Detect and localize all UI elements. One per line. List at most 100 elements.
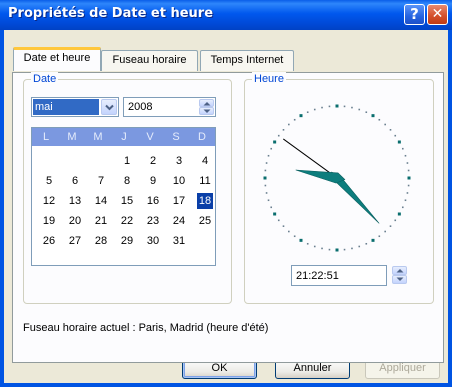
clock-minute-mark: [384, 230, 386, 233]
calendar-day[interactable]: 16: [140, 193, 166, 209]
time-spin-up-button[interactable]: [392, 266, 407, 275]
clock-minute-mark: [358, 245, 361, 248]
clock-minute-mark: [282, 129, 285, 131]
clock-minute-mark: [407, 184, 410, 187]
clock-minute-mark: [293, 235, 296, 238]
calendar-day[interactable]: 8: [114, 173, 140, 189]
calendar-day[interactable]: 26: [36, 233, 62, 249]
time-value: 21:22:51: [296, 270, 339, 282]
year-field[interactable]: 2008: [123, 97, 216, 117]
calendar-day[interactable]: 28: [88, 233, 114, 249]
time-field[interactable]: 21:22:51: [291, 265, 387, 286]
clock-minute-mark: [265, 162, 268, 164]
calendar-day[interactable]: 17: [166, 193, 192, 209]
calendar-day[interactable]: 12: [36, 193, 62, 209]
clock-minute-mark: [343, 105, 346, 108]
analog-clock: [263, 104, 411, 252]
dialog-client-area: Date et heure Fuseau horaire Temps Inter…: [4, 30, 448, 383]
weekday-label: J: [121, 131, 127, 143]
clock-minute-mark: [264, 184, 267, 187]
clock-minute-mark: [321, 106, 323, 109]
calendar-day[interactable]: 1: [114, 153, 140, 169]
clock-minute-mark: [389, 129, 392, 131]
calendar-day[interactable]: 27: [62, 233, 88, 249]
clock-minute-mark: [389, 225, 392, 227]
hour-hand: [295, 169, 346, 184]
clock-hour-mark: [299, 238, 303, 242]
title-bar[interactable]: Propriétés de Date et heure ? ✕: [0, 0, 452, 30]
calendar-day[interactable]: 7: [88, 173, 114, 189]
clock-minute-mark: [282, 225, 285, 227]
tab-temps-internet[interactable]: Temps Internet: [200, 50, 294, 71]
clock-minute-mark: [313, 245, 316, 248]
window-title: Propriétés de Date et heure: [8, 6, 214, 21]
clock-hour-mark: [335, 104, 339, 108]
tab-fuseau-horaire[interactable]: Fuseau horaire: [101, 50, 198, 71]
tab-date-et-heure[interactable]: Date et heure: [13, 47, 101, 71]
calendar-day[interactable]: 13: [62, 193, 88, 209]
year-spin-up-button[interactable]: [199, 99, 214, 107]
calendar-day[interactable]: 9: [140, 173, 166, 189]
clock-minute-mark: [270, 147, 273, 150]
calendar-day[interactable]: 3: [166, 153, 192, 169]
clock-minute-mark: [384, 123, 386, 126]
help-icon: ?: [410, 5, 419, 23]
calendar-day[interactable]: 14: [88, 193, 114, 209]
date-group-label: Date: [31, 72, 59, 86]
calendar-day[interactable]: 19: [36, 213, 62, 229]
time-spin-down-button[interactable]: [392, 275, 407, 284]
calendar-day[interactable]: 4: [192, 153, 218, 169]
clock-minute-mark: [306, 242, 309, 245]
clock-minute-mark: [394, 219, 397, 222]
close-button[interactable]: ✕: [427, 4, 448, 25]
clock-minute-mark: [406, 192, 409, 194]
clock-minute-mark: [328, 248, 331, 251]
calendar-day[interactable]: 30: [140, 233, 166, 249]
year-spinner[interactable]: [199, 99, 214, 115]
arrow-up-icon: [396, 269, 404, 273]
calendar-day[interactable]: 24: [166, 213, 192, 229]
calendar-day[interactable]: 6: [62, 173, 88, 189]
clock-minute-mark: [277, 219, 280, 222]
weekday-label: M: [93, 131, 103, 143]
calendar-grid: L M M J V S D 1 2 3 4 5 6 7 8 9 10 11 12 13 14 15 16 17 1…: [31, 127, 216, 266]
calendar-day[interactable]: 10: [166, 173, 192, 189]
clock-minute-mark: [288, 230, 290, 233]
clock-minute-mark: [277, 134, 280, 137]
calendar-day[interactable]: 15: [114, 193, 140, 209]
weekday-label: L: [42, 131, 50, 143]
current-timezone-text: Fuseau horaire actuel : Paris, Madrid (h…: [23, 322, 269, 334]
help-button[interactable]: ?: [404, 4, 425, 25]
clock-minute-mark: [267, 199, 270, 202]
clock-minute-mark: [343, 248, 346, 251]
calendar-day[interactable]: 31: [166, 233, 192, 249]
chevron-down-icon: [105, 104, 114, 111]
month-dropdown-button[interactable]: [101, 99, 117, 115]
clock-minute-mark: [358, 108, 361, 111]
year-spin-down-button[interactable]: [199, 107, 214, 115]
month-dropdown[interactable]: mai: [31, 97, 119, 117]
clock-minute-mark: [265, 192, 268, 194]
calendar-day[interactable]: 18: [197, 193, 213, 209]
clock-minute-mark: [406, 162, 409, 164]
close-icon: ✕: [431, 6, 444, 22]
clock-minute-mark: [270, 206, 273, 209]
calendar-weekday-header: L M M J V S D: [32, 128, 215, 146]
calendar-day[interactable]: 2: [140, 153, 166, 169]
date-time-properties-window: Propriétés de Date et heure ? ✕ Date et …: [0, 0, 452, 387]
calendar-day[interactable]: 22: [114, 213, 140, 229]
tab-panel: Date mai 2008 L M M J V S D 1 2 3 4 5 6 …: [12, 72, 444, 363]
calendar-day[interactable]: 25: [192, 213, 218, 229]
calendar-day[interactable]: 29: [114, 233, 140, 249]
calendar-day[interactable]: 21: [88, 213, 114, 229]
calendar-day[interactable]: 5: [36, 173, 62, 189]
clock-minute-mark: [378, 118, 381, 121]
clock-hour-mark: [371, 114, 375, 118]
calendar-day[interactable]: 23: [140, 213, 166, 229]
clock-minute-mark: [404, 154, 407, 157]
time-spinner[interactable]: [392, 266, 407, 284]
calendar-day[interactable]: 11: [192, 173, 218, 189]
clock-hour-mark: [407, 176, 411, 180]
calendar-day[interactable]: 20: [62, 213, 88, 229]
clock-minute-mark: [401, 206, 404, 209]
